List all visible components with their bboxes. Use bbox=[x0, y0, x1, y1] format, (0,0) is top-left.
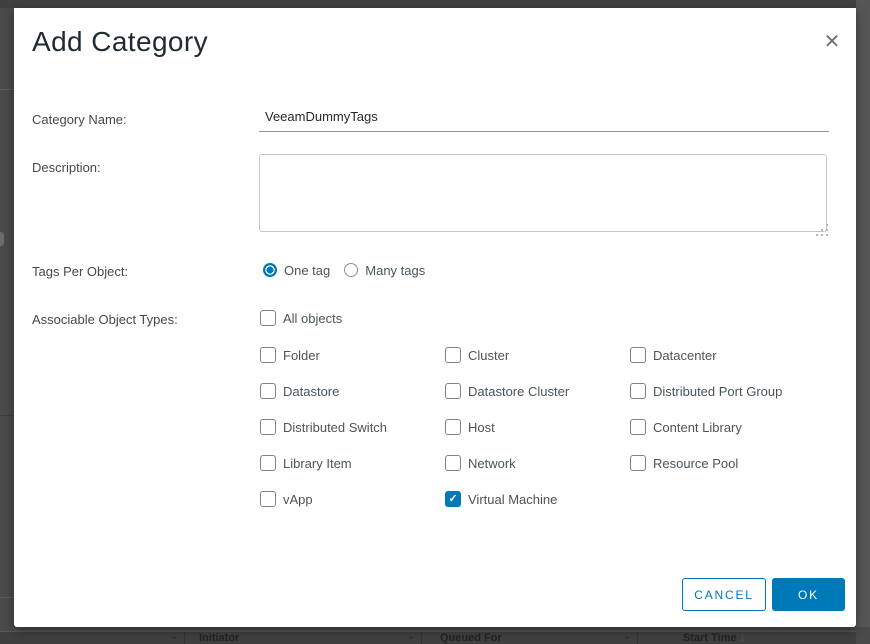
background-top-strip bbox=[0, 0, 870, 8]
tags-per-object-label: Tags Per Object: bbox=[32, 264, 128, 279]
background-divider bbox=[0, 415, 14, 416]
checkbox-unchecked-icon[interactable] bbox=[260, 455, 276, 471]
checkbox-unchecked-icon[interactable] bbox=[630, 383, 646, 399]
checkbox-unchecked-icon[interactable] bbox=[445, 419, 461, 435]
checkbox-host[interactable]: Host bbox=[445, 419, 630, 455]
column-divider bbox=[637, 632, 638, 644]
checkbox-label: Library Item bbox=[283, 455, 352, 471]
column-divider bbox=[421, 632, 422, 644]
checkbox-unchecked-icon[interactable] bbox=[445, 383, 461, 399]
filter-caret-icon: ⌄ bbox=[623, 631, 631, 643]
checkbox-cluster[interactable]: Cluster bbox=[445, 347, 630, 383]
checkbox-unchecked-icon[interactable] bbox=[260, 347, 276, 363]
filter-caret-icon: ⌄ bbox=[170, 631, 178, 643]
cancel-button[interactable]: CANCEL bbox=[682, 578, 766, 611]
checkbox-folder[interactable]: Folder bbox=[260, 347, 445, 383]
background-divider bbox=[0, 597, 14, 598]
checkbox-label: Datastore bbox=[283, 383, 339, 399]
checkbox-unchecked-icon[interactable] bbox=[630, 347, 646, 363]
checkbox-unchecked-icon[interactable] bbox=[260, 419, 276, 435]
checkbox-distributed-switch[interactable]: Distributed Switch bbox=[260, 419, 445, 455]
checkbox-network[interactable]: Network bbox=[445, 455, 630, 491]
radio-option-many-tags[interactable]: Many tags bbox=[344, 263, 425, 278]
checkbox-label: Distributed Port Group bbox=[653, 383, 782, 399]
dialog-footer-buttons: CANCEL OK bbox=[682, 578, 845, 611]
checkbox-label: Network bbox=[468, 455, 516, 471]
checkbox-label: Distributed Switch bbox=[283, 419, 387, 435]
checkbox-content-library[interactable]: Content Library bbox=[630, 419, 815, 455]
checkbox-datacenter[interactable]: Datacenter bbox=[630, 347, 815, 383]
checkbox-label: Datacenter bbox=[653, 347, 717, 363]
sort-descending-icon: ↓ bbox=[740, 632, 746, 644]
filter-caret-icon: ⌄ bbox=[407, 631, 415, 643]
column-header-start-time: Start Time ↓ bbox=[683, 632, 745, 644]
radio-icon[interactable] bbox=[263, 263, 277, 277]
checkbox-unchecked-icon[interactable] bbox=[445, 455, 461, 471]
tags-per-object-options: One tag Many tags bbox=[263, 262, 425, 278]
add-category-dialog: Add Category ✕ Category Name: Descriptio… bbox=[14, 8, 856, 627]
checkbox-label: Resource Pool bbox=[653, 455, 738, 471]
checkbox-checked-icon[interactable]: ✓ bbox=[445, 491, 461, 507]
radio-icon[interactable] bbox=[344, 263, 358, 277]
checkbox-library-item[interactable]: Library Item bbox=[260, 455, 445, 491]
close-icon[interactable]: ✕ bbox=[821, 31, 843, 53]
category-name-input[interactable] bbox=[259, 104, 829, 132]
checkbox-label: All objects bbox=[283, 310, 342, 326]
all-objects-row: All objects bbox=[260, 310, 342, 326]
checkbox-unchecked-icon[interactable] bbox=[260, 383, 276, 399]
ok-button[interactable]: OK bbox=[772, 578, 845, 611]
checkbox-label: Content Library bbox=[653, 419, 742, 435]
checkbox-unchecked-icon[interactable] bbox=[445, 347, 461, 363]
checkbox-all-objects[interactable]: All objects bbox=[260, 310, 342, 326]
checkbox-resource-pool[interactable]: Resource Pool bbox=[630, 455, 815, 491]
object-type-grid: Folder Cluster Datacenter Datastore Datastor… bbox=[260, 347, 815, 527]
checkbox-virtual-machine[interactable]: ✓ Virtual Machine bbox=[445, 491, 630, 527]
checkbox-label: vApp bbox=[283, 491, 313, 507]
associable-object-types-label: Associable Object Types: bbox=[32, 312, 178, 327]
radio-option-one-tag[interactable]: One tag bbox=[263, 263, 330, 278]
checkbox-label: Datastore Cluster bbox=[468, 383, 569, 399]
checkbox-distributed-port-group[interactable]: Distributed Port Group bbox=[630, 383, 815, 419]
background-divider bbox=[0, 232, 4, 246]
dialog-title: Add Category bbox=[32, 26, 208, 58]
textarea-resize-grip-icon[interactable] bbox=[816, 224, 823, 231]
column-divider bbox=[184, 632, 185, 644]
checkbox-unchecked-icon[interactable] bbox=[630, 419, 646, 435]
checkbox-label: Host bbox=[468, 419, 495, 435]
background-divider bbox=[0, 89, 14, 90]
checkbox-datastore[interactable]: Datastore bbox=[260, 383, 445, 419]
category-name-label: Category Name: bbox=[32, 112, 127, 127]
radio-option-label: Many tags bbox=[365, 263, 425, 278]
column-header-queued-for: Queued For bbox=[440, 632, 502, 644]
checkbox-label: Folder bbox=[283, 347, 320, 363]
description-label: Description: bbox=[32, 160, 101, 175]
checkbox-unchecked-icon[interactable] bbox=[260, 310, 276, 326]
checkbox-unchecked-icon[interactable] bbox=[630, 455, 646, 471]
checkbox-unchecked-icon[interactable] bbox=[260, 491, 276, 507]
background-table-header: ⌄ Initiator ⌄ Queued For ⌄ Start Time ↓ bbox=[0, 631, 856, 644]
checkbox-label: Cluster bbox=[468, 347, 509, 363]
checkbox-datastore-cluster[interactable]: Datastore Cluster bbox=[445, 383, 630, 419]
background-right-strip bbox=[856, 0, 870, 644]
checkbox-label: Virtual Machine bbox=[468, 491, 557, 507]
column-header-initiator: Initiator bbox=[199, 632, 239, 644]
description-textarea[interactable] bbox=[259, 154, 827, 232]
radio-option-label: One tag bbox=[284, 263, 330, 278]
checkbox-vapp[interactable]: vApp bbox=[260, 491, 445, 527]
